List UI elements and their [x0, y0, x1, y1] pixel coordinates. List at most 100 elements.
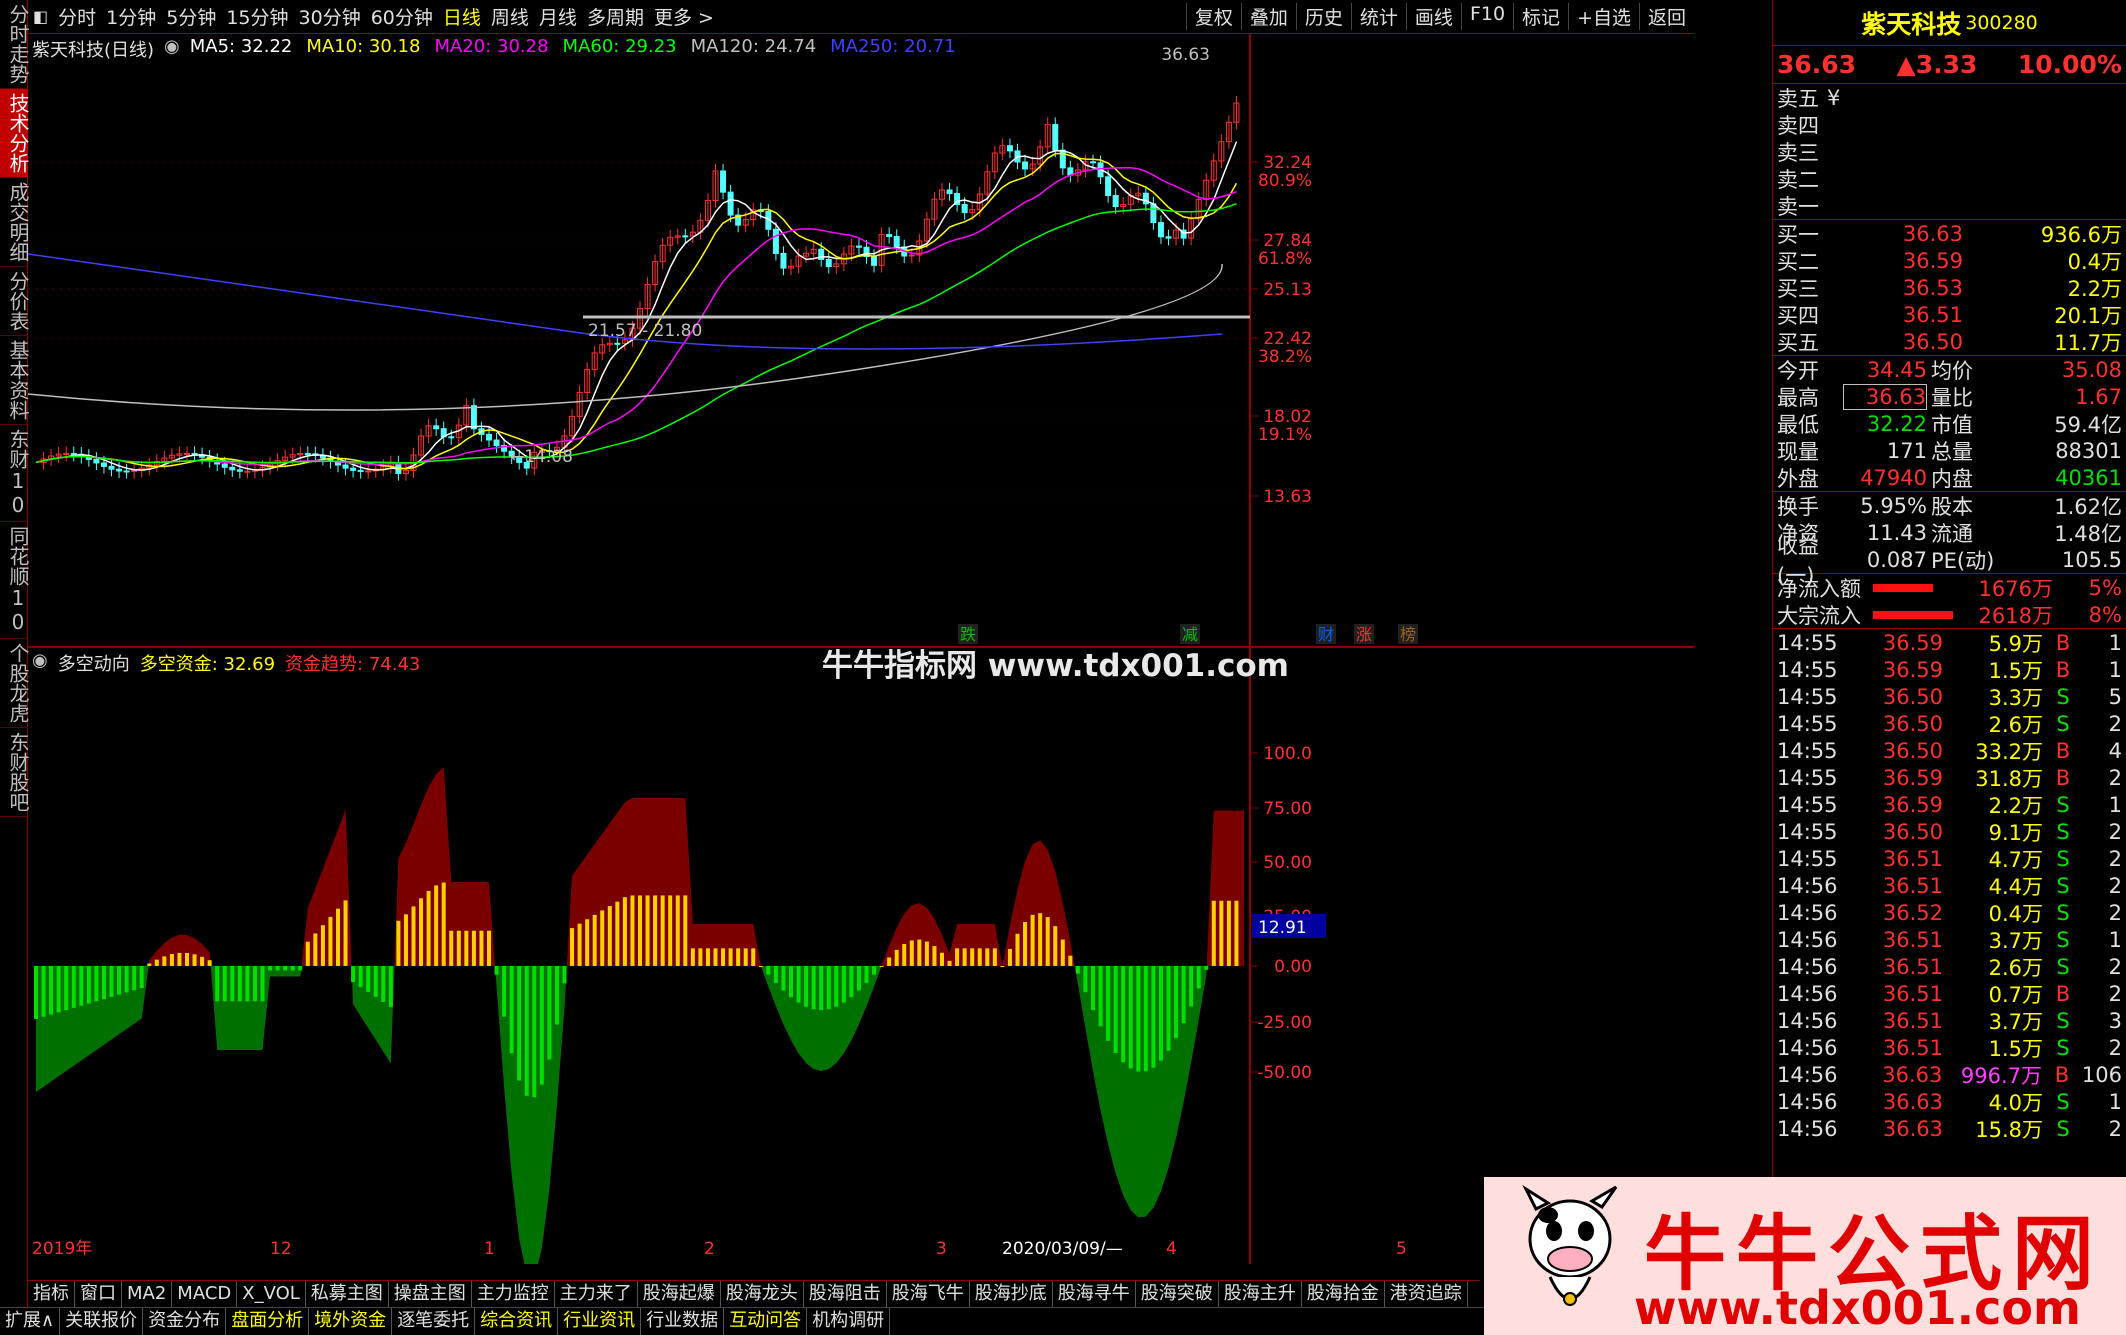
tick-cell-0: 14:56 — [1777, 1035, 1838, 1060]
tool-button-8[interactable]: 返回 — [1638, 3, 1694, 30]
fund-bar — [290, 966, 295, 971]
indicator-tab-0[interactable]: 指标 — [28, 1281, 75, 1307]
fund-bar — [200, 956, 205, 966]
period-10[interactable]: 更多 > — [649, 3, 719, 30]
left-tab-0[interactable]: 分时走势 — [0, 0, 30, 89]
flow-row: 大宗流入 2618万 8% — [1773, 601, 2126, 628]
candle-body — [1157, 222, 1164, 238]
x-axis-label: 2019年 — [32, 1239, 92, 1259]
tick-list[interactable]: 14:55 36.59 5.9万 B 1 14:55 36.59 1.5万 B 1 14:55 36.… — [1773, 629, 2126, 1142]
info-tab-8[interactable]: 行业数据 — [641, 1308, 725, 1335]
period-3[interactable]: 15分钟 — [221, 3, 293, 30]
period-2[interactable]: 5分钟 — [161, 3, 221, 30]
indicator-tab-5[interactable]: 私募主图 — [306, 1281, 389, 1307]
fund-bar — [894, 949, 899, 966]
pct-tick-label: 61.8% — [1258, 249, 1312, 269]
indicator-tab-11[interactable]: 股海阻击 — [804, 1281, 887, 1307]
tool-button-4[interactable]: 画线 — [1405, 3, 1461, 30]
candle-body — [727, 191, 734, 216]
tool-button-2[interactable]: 历史 — [1295, 3, 1351, 30]
period-4[interactable]: 30分钟 — [294, 3, 366, 30]
fund-bar — [94, 966, 99, 1002]
tool-button-6[interactable]: 标记 — [1513, 3, 1568, 30]
info-tab-4[interactable]: 境外资金 — [309, 1308, 393, 1335]
candle-body — [116, 468, 123, 472]
left-tab-3[interactable]: 分价表 — [0, 267, 30, 336]
period-toolbar: ◧ 分时 1分钟 5分钟 15分钟 30分钟 60分钟 日线 周线 月线 多周期 更多 > 复权 叠加… — [28, 0, 1694, 34]
period-9[interactable]: 多周期 — [582, 3, 649, 30]
fund-bar — [64, 966, 69, 1011]
period-5[interactable]: 60分钟 — [366, 3, 438, 30]
tool-button-7[interactable]: +自选 — [1568, 3, 1639, 30]
bid-row: 买三 36.53 2.2万 — [1773, 274, 2126, 301]
indicator-tab-2[interactable]: MA2 — [122, 1281, 173, 1307]
quote-cell-0: 今开 — [1777, 358, 1819, 383]
info-tab-9[interactable]: 互动问答 — [724, 1308, 808, 1335]
indicator-tab-9[interactable]: 股海起爆 — [638, 1281, 721, 1307]
eye-icon[interactable]: ◉ — [32, 650, 48, 676]
period-7[interactable]: 周线 — [486, 3, 534, 30]
left-tab-8[interactable]: 东财股吧 — [0, 728, 30, 817]
tick-cell-0: 14:55 — [1777, 819, 1838, 844]
tool-button-1[interactable]: 叠加 — [1240, 3, 1296, 30]
indicator-tab-17[interactable]: 股海拾金 — [1302, 1281, 1385, 1307]
x-axis-label: 3 — [936, 1239, 947, 1259]
price-tick-label: 13.63 — [1263, 487, 1312, 507]
info-tab-7[interactable]: 行业资讯 — [558, 1308, 642, 1335]
tool-button-0[interactable]: 复权 — [1185, 3, 1241, 30]
left-tab-5[interactable]: 东财10 — [0, 425, 30, 522]
left-tab-1[interactable]: 技术分析 — [0, 89, 30, 178]
left-tab-6[interactable]: 同花顺10 — [0, 522, 30, 639]
info-tab-2[interactable]: 资金分布 — [143, 1308, 227, 1335]
tool-button-3[interactable]: 统计 — [1350, 3, 1406, 30]
menu-icon[interactable]: ◧ — [28, 7, 53, 26]
indicator-chart[interactable]: 100.075.0050.0025.000.00-25.00-50.0012.9… — [28, 646, 1694, 1279]
info-tab-6[interactable]: 综合资讯 — [475, 1308, 559, 1335]
info-tab-3[interactable]: 盘面分析 — [226, 1308, 310, 1335]
fund-bar — [962, 948, 967, 966]
indicator-tab-12[interactable]: 股海飞牛 — [887, 1281, 970, 1307]
indicator-tab-18[interactable]: 港资追踪 — [1385, 1281, 1468, 1307]
tick-cell-1: 36.50 — [1882, 711, 1943, 736]
left-tab-7[interactable]: 个股龙虎 — [0, 639, 30, 728]
period-0[interactable]: 分时 — [53, 3, 101, 30]
tick-cell-3: S — [2056, 1089, 2070, 1114]
price-chart[interactable]: 32.24 80.9% 27.84 61.8% 25.13 22.42 38.2% 18.02… — [27, 34, 1694, 646]
indicator-tab-13[interactable]: 股海抄底 — [970, 1281, 1053, 1307]
indicator-tab-16[interactable]: 股海主升 — [1219, 1281, 1302, 1307]
indicator-tab-10[interactable]: 股海龙头 — [721, 1281, 804, 1307]
indicator-tab-6[interactable]: 操盘主图 — [389, 1281, 472, 1307]
left-tab-4[interactable]: 基本资料 — [0, 336, 30, 425]
fund-bar — [449, 930, 454, 966]
info-tab-5[interactable]: 逐笔委托 — [392, 1308, 476, 1335]
indicator-tab-3[interactable]: MACD — [172, 1281, 238, 1307]
info-tab-10[interactable]: 机构调研 — [807, 1308, 891, 1335]
tick-cell-3: B — [2054, 1062, 2070, 1087]
indicator-tab-4[interactable]: X_VOL — [237, 1281, 306, 1307]
tick-cell-4: 2 — [2108, 981, 2122, 1006]
candle-body — [236, 469, 243, 472]
indicator-tab-1[interactable]: 窗口 — [75, 1281, 122, 1307]
indicator-tab-8[interactable]: 主力来了 — [555, 1281, 638, 1307]
info-tab-0[interactable]: 扩展∧ — [0, 1308, 61, 1335]
tool-button-5[interactable]: F10 — [1460, 3, 1513, 30]
tick-cell-3: S — [2056, 1035, 2070, 1060]
eye-icon[interactable]: ◉ — [164, 36, 180, 62]
indicator-tab-15[interactable]: 股海突破 — [1136, 1281, 1219, 1307]
indicator-tab-14[interactable]: 股海寻牛 — [1053, 1281, 1136, 1307]
bid-cell-0: 买一 — [1777, 222, 1819, 247]
info-tab-1[interactable]: 关联报价 — [60, 1308, 144, 1335]
fund-bar — [487, 930, 491, 966]
period-6[interactable]: 日线 — [438, 3, 486, 30]
tick-cell-4: 2 — [2108, 711, 2122, 736]
flow-label: 净流入额 — [1777, 576, 1861, 601]
indicator-legend: ◉ 多空动向 多空资金: 32.69 资金趋势: 74.43 — [32, 650, 420, 676]
period-8[interactable]: 月线 — [534, 3, 582, 30]
fund-bar — [147, 963, 152, 966]
left-tab-2[interactable]: 成交明细 — [0, 178, 30, 267]
fund-bar — [1075, 966, 1080, 974]
quote-row: 现量 171 总量 88301 — [1773, 437, 2126, 464]
period-1[interactable]: 1分钟 — [101, 3, 161, 30]
indicator-tab-7[interactable]: 主力监控 — [472, 1281, 555, 1307]
fund-bar — [1189, 966, 1194, 1007]
